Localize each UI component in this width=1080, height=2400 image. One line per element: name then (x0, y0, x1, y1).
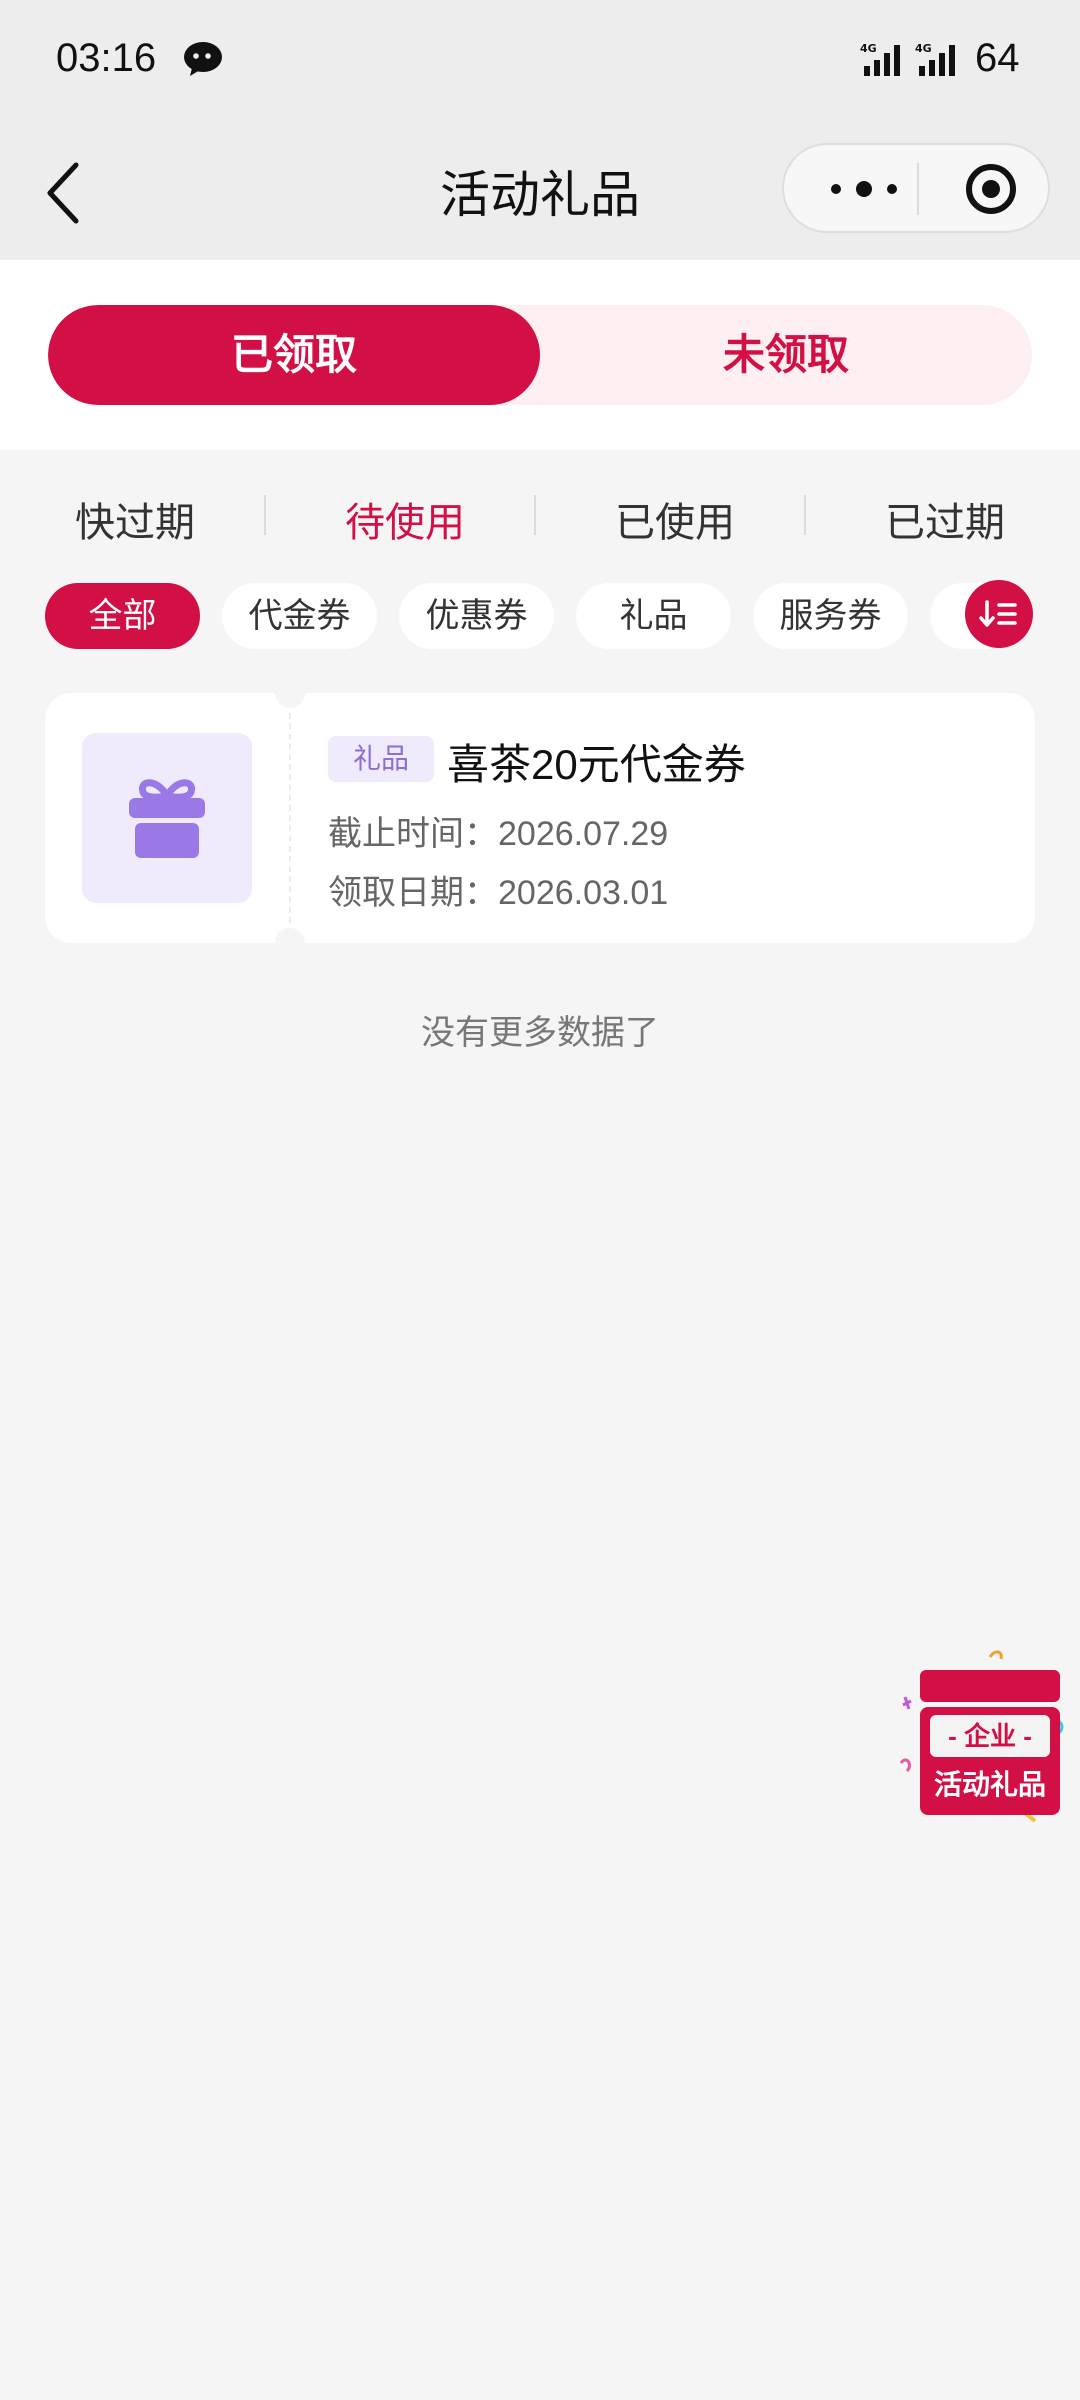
category-chips: 全部 代金券 优惠券 礼品 服务券 (0, 580, 1080, 650)
coupon-thumbnail (82, 733, 252, 903)
coupon-received-date: 领取日期：2026.03.01 (328, 865, 668, 914)
coupon-type-tag: 礼品 (328, 736, 434, 782)
chip-service-coupon[interactable]: 服务券 (753, 583, 908, 649)
list-end-text: 没有更多数据了 (421, 1014, 659, 1052)
coupon-title: 喜茶20元代金券 (447, 741, 746, 788)
chip-discount-coupon[interactable]: 优惠券 (399, 583, 554, 649)
tab-expired[interactable]: 已过期 (810, 490, 1080, 548)
battery-level: 64 (975, 36, 1020, 80)
target-circle-icon[interactable] (964, 162, 1018, 216)
received-label: 领取日期： (328, 874, 498, 912)
card-notch (275, 678, 305, 708)
sort-desc-icon (979, 600, 1017, 627)
mini-program-capsule (782, 143, 1050, 233)
tab-divider (264, 495, 266, 535)
chip-all[interactable]: 全部 (45, 583, 200, 649)
signal-4g-icon: 4G (860, 42, 900, 76)
segment-not-received[interactable]: 未领取 (540, 305, 1032, 405)
chip-voucher[interactable]: 代金券 (222, 583, 377, 649)
wechat-icon (184, 42, 222, 76)
tab-expiring-soon[interactable]: 快过期 (0, 490, 270, 548)
badge-label: 活动礼品 (933, 1769, 1046, 1800)
badge-band-text: - 企业 - (930, 1715, 1050, 1757)
gift-box-icon (129, 779, 205, 858)
status-time: 03:16 (56, 36, 157, 80)
tab-to-use[interactable]: 待使用 (270, 490, 540, 548)
tab-divider (804, 495, 806, 535)
capsule-divider (917, 163, 919, 215)
segment-received[interactable]: 已领取 (48, 305, 540, 405)
floating-gift-badge[interactable]: - 企业 - 活动礼品 (895, 1645, 1070, 1825)
deadline-label: 截止时间： (328, 815, 498, 853)
card-dashed-divider (289, 713, 291, 923)
nav-bar: 活动礼品 (0, 125, 1080, 260)
svg-text:4G: 4G (860, 42, 877, 55)
segmented-control: 已领取 未领取 (48, 305, 1032, 405)
chip-gift[interactable]: 礼品 (576, 583, 731, 649)
svg-text:4G: 4G (915, 42, 932, 55)
status-tabs: 快过期 待使用 已使用 已过期 (0, 450, 1080, 580)
card-notch (275, 928, 305, 958)
status-bar: 03:16 4G 4G 64 (0, 0, 1080, 125)
tab-used[interactable]: 已使用 (540, 490, 810, 548)
coupon-card[interactable]: 礼品 喜茶20元代金券 截止时间：2026.07.29 领取日期：2026.03… (45, 678, 1035, 958)
tab-divider (534, 495, 536, 535)
coupon-deadline: 截止时间：2026.07.29 (328, 806, 668, 855)
signal-4g-icon: 4G (915, 42, 955, 76)
segment-bar: 已领取 未领取 (0, 260, 1080, 450)
gift-lid (920, 1670, 1060, 1702)
sort-button[interactable] (965, 580, 1033, 648)
received-value: 2026.03.01 (498, 874, 669, 912)
more-dots-icon[interactable] (814, 165, 914, 213)
deadline-value: 2026.07.29 (498, 815, 669, 853)
